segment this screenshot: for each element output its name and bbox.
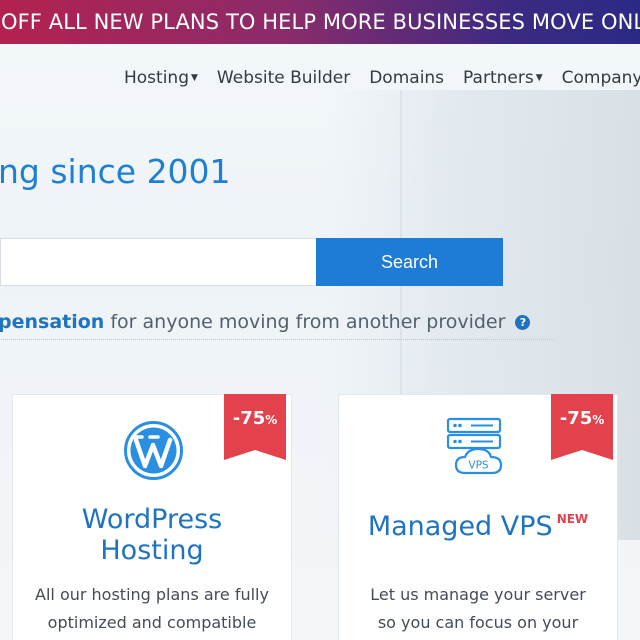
wordpress-icon [124, 421, 183, 480]
hero-title: ng since 2001 [0, 152, 231, 191]
card-title: Managed VPS NEW [367, 511, 589, 542]
discount-ribbon: -75% [551, 394, 613, 460]
promo-banner-text: OFF ALL NEW PLANS TO HELP MORE BUSINESSE… [1, 10, 640, 34]
nav-item-website-builder[interactable]: Website Builder [217, 66, 350, 90]
svg-text:VPS: VPS [468, 460, 489, 472]
domain-search-input[interactable] [0, 238, 316, 286]
question-icon[interactable]: ? [515, 315, 531, 330]
discount-ribbon: -75% [224, 394, 286, 460]
compensation-note: pensation for anyone moving from another… [0, 311, 554, 340]
nav-item-company[interactable]: Company▼ [562, 66, 640, 90]
main-nav: Hosting ▼ Website Builder Domains Partner… [124, 66, 640, 90]
search-button[interactable]: Search [316, 238, 503, 286]
card-description: Let us manage your server so you can foc… [370, 585, 586, 632]
nav-item-hosting[interactable]: Hosting ▼ [124, 66, 198, 90]
nav-item-partners[interactable]: Partners ▼ [463, 66, 543, 90]
plan-card-managed-vps[interactable]: -75% VPS Managed VPS NEW Let us manage yo… [338, 394, 618, 640]
chevron-down-icon: ▼ [191, 73, 198, 83]
compensation-text: for anyone moving from another provider [104, 311, 506, 333]
nav-item-domains[interactable]: Domains [369, 66, 444, 90]
plan-card-wordpress[interactable]: -75% WordPress Hosting All our hosting p… [12, 394, 292, 640]
chevron-down-icon: ▼ [535, 73, 543, 83]
vps-server-icon: VPS [446, 417, 503, 475]
promo-banner[interactable]: OFF ALL NEW PLANS TO HELP MORE BUSINESSE… [0, 0, 640, 44]
compensation-strong-text: pensation [0, 311, 105, 333]
new-badge: NEW [556, 512, 589, 526]
card-description: All our hosting plans are fully optimize… [35, 585, 269, 632]
card-title: WordPress Hosting [81, 504, 223, 566]
